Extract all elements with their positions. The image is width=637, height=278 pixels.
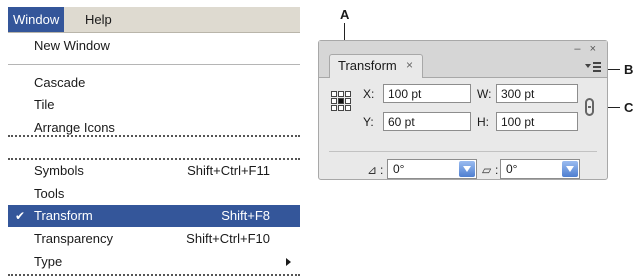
menu-item-transform[interactable]: ✔ Transform Shift+F8: [8, 205, 300, 227]
menu-window[interactable]: Window: [8, 7, 65, 32]
menu-item-transparency[interactable]: Transparency Shift+Ctrl+F10: [8, 228, 300, 250]
y-field[interactable]: 60 pt: [383, 112, 471, 131]
shear-value: 0°: [506, 162, 518, 176]
menu-item-type[interactable]: Type: [8, 251, 300, 273]
menu-item-label: New Window: [34, 38, 110, 53]
chevron-down-icon[interactable]: [562, 161, 578, 177]
callout-c-label: C: [624, 100, 634, 115]
shear-label: :: [495, 163, 499, 177]
menu-item-shortcut: Shift+Ctrl+F10: [186, 231, 270, 246]
shear-select[interactable]: 0°: [500, 159, 580, 179]
menu-item-label: Type: [34, 254, 63, 269]
menu-truncation-mark: [8, 135, 300, 137]
menu-item-shortcut: Shift+F8: [221, 208, 270, 223]
menu-help[interactable]: Help: [80, 7, 117, 32]
panel-window-controls[interactable]: – ×: [574, 43, 599, 55]
menu-truncation-mark: [8, 274, 300, 276]
transform-panel: – × Transform × X: 100 pt Y: 60 pt W: 30…: [318, 40, 608, 180]
panel-menu-icon[interactable]: [585, 60, 601, 72]
menu-item-shortcut: Shift+Ctrl+F11: [187, 163, 270, 178]
constrain-proportions-link-icon[interactable]: [585, 98, 594, 116]
submenu-arrow-icon: [286, 258, 291, 266]
w-label: W:: [477, 87, 492, 101]
callout-b-label: B: [624, 62, 634, 77]
menu-item-label: Transparency: [34, 231, 113, 246]
menu-item-label: Symbols: [34, 163, 84, 178]
height-field[interactable]: 100 pt: [496, 112, 578, 131]
window-menu: New Window Cascade Tile Arrange Icons Sy…: [8, 33, 300, 278]
rotate-angle-icon: ⊿: [367, 163, 378, 177]
menu-bar: Window Help: [8, 7, 300, 33]
chevron-down-icon[interactable]: [459, 161, 475, 177]
menu-item-label: Tile: [34, 97, 55, 112]
rotate-select[interactable]: 0°: [387, 159, 477, 179]
menu-item-cascade[interactable]: Cascade: [8, 72, 300, 94]
shear-angle-icon: ▱: [482, 163, 492, 177]
menu-item-new-window[interactable]: New Window: [8, 35, 300, 57]
x-field[interactable]: 100 pt: [383, 84, 471, 103]
reference-point-icon[interactable]: [331, 91, 351, 111]
panel-divider: [329, 151, 597, 152]
menu-item-symbols[interactable]: Symbols Shift+Ctrl+F11: [8, 160, 300, 182]
h-label: H:: [477, 115, 489, 129]
tab-transform[interactable]: Transform ×: [329, 54, 423, 78]
tab-close-icon[interactable]: ×: [406, 58, 413, 72]
tab-label: Transform: [338, 58, 397, 73]
checkmark-icon: ✔: [15, 209, 26, 223]
callout-a-label: A: [340, 7, 350, 22]
menu-item-tile[interactable]: Tile: [8, 94, 300, 116]
menu-item-tools[interactable]: Tools: [8, 183, 300, 205]
menu-item-label: Transform: [34, 208, 93, 223]
rotate-value: 0°: [393, 162, 405, 176]
x-label: X:: [363, 87, 375, 101]
y-label: Y:: [363, 115, 374, 129]
menu-separator: [8, 64, 300, 65]
rotate-label: :: [380, 163, 384, 177]
menu-item-label: Cascade: [34, 75, 86, 90]
menu-item-label: Tools: [34, 186, 65, 201]
width-field[interactable]: 300 pt: [496, 84, 578, 103]
